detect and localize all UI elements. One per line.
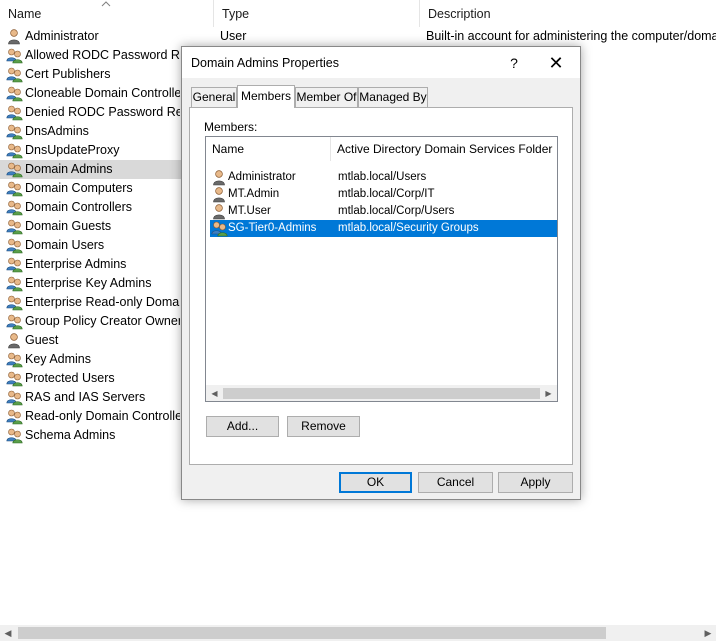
tab-member-of[interactable]: Member Of <box>295 87 358 107</box>
members-tab-panel: Members: Name Active Directory Domain Se… <box>189 107 573 465</box>
dialog-titlebar[interactable]: Domain Admins Properties ? ✕ <box>182 47 580 78</box>
row-name: Domain Admins <box>25 162 113 176</box>
user-icon <box>211 186 227 203</box>
row-name: Domain Computers <box>25 181 133 195</box>
column-header-name-label: Name <box>8 6 42 21</box>
member-name: Administrator <box>228 171 296 183</box>
group-icon <box>6 313 23 330</box>
row-name: Enterprise Admins <box>25 257 127 271</box>
member-folder: mtlab.local/Users <box>338 171 427 183</box>
members-scroll-right-icon[interactable]: ▶ <box>540 385 557 401</box>
members-column-folder-label: Active Directory Domain Services Folder <box>337 142 553 156</box>
members-column-folder[interactable]: Active Directory Domain Services Folder <box>331 137 557 161</box>
row-name: Enterprise Read-only Domain <box>25 295 180 309</box>
group-icon <box>6 47 23 64</box>
member-folder: mtlab.local/Security Groups <box>338 222 479 234</box>
row-name: Administrator <box>25 29 99 43</box>
member-folder: mtlab.local/Corp/Users <box>338 205 455 217</box>
member-name: MT.User <box>228 205 271 217</box>
horizontal-scrollbar[interactable]: ◀ ▶ <box>0 625 716 641</box>
column-header-description[interactable]: Description <box>420 0 716 27</box>
tab-members[interactable]: Members <box>237 85 295 108</box>
group-icon <box>6 275 23 292</box>
members-list[interactable]: Name Active Directory Domain Services Fo… <box>205 136 558 402</box>
member-name: MT.Admin <box>228 188 280 200</box>
help-button[interactable]: ? <box>504 53 524 73</box>
row-name: Domain Users <box>25 238 105 252</box>
row-name: RAS and IAS Servers <box>25 390 146 404</box>
row-name: Domain Guests <box>25 219 112 233</box>
row-name: Cert Publishers <box>25 67 111 81</box>
table-row[interactable]: Administrator User Built-in account for ad… <box>0 27 716 46</box>
user-icon <box>6 332 23 349</box>
group-icon <box>6 351 23 368</box>
members-column-name[interactable]: Name <box>206 137 331 161</box>
row-name: DnsUpdateProxy <box>25 143 120 157</box>
list-item[interactable]: MT.User mtlab.local/Corp/Users <box>210 203 557 220</box>
group-icon <box>6 66 23 83</box>
scroll-right-icon[interactable]: ▶ <box>700 625 716 641</box>
row-name: Guest <box>25 333 59 347</box>
members-column-name-label: Name <box>212 142 245 156</box>
group-icon <box>6 408 23 425</box>
group-icon <box>6 294 23 311</box>
properties-dialog: Domain Admins Properties ? ✕ General Mem… <box>181 46 581 500</box>
tab-managed-by[interactable]: Managed By <box>358 87 428 107</box>
member-name: SG-Tier0-Admins <box>228 222 317 234</box>
user-icon <box>6 28 23 45</box>
group-icon <box>6 161 23 178</box>
row-name: Denied RODC Password Replic <box>25 105 180 119</box>
row-name: Schema Admins <box>25 428 116 442</box>
close-button[interactable]: ✕ <box>544 52 568 74</box>
tab-general[interactable]: General <box>191 87 237 107</box>
list-item[interactable]: MT.Admin mtlab.local/Corp/IT <box>210 186 557 203</box>
row-type: User <box>220 29 247 43</box>
sort-ascending-icon <box>101 1 111 7</box>
row-name: Key Admins <box>25 352 92 366</box>
group-icon <box>6 427 23 444</box>
group-icon <box>211 220 228 237</box>
list-item[interactable]: SG-Tier0-Admins mtlab.local/Security Grou… <box>210 220 557 237</box>
members-horizontal-scrollbar[interactable]: ◀ ▶ <box>206 385 557 401</box>
row-name: Enterprise Key Admins <box>25 276 152 290</box>
list-item[interactable]: Administrator mtlab.local/Users <box>210 169 557 186</box>
row-name: DnsAdmins <box>25 124 89 138</box>
row-name: Allowed RODC Password Repl <box>25 48 180 62</box>
column-header-type-label: Type <box>222 6 250 21</box>
group-icon <box>6 256 23 273</box>
row-name: Read-only Domain Controllers <box>25 409 180 423</box>
dialog-title: Domain Admins Properties <box>191 56 339 70</box>
group-icon <box>6 199 23 216</box>
remove-button[interactable]: Remove <box>287 416 360 437</box>
row-name: Domain Controllers <box>25 200 132 214</box>
group-icon <box>6 237 23 254</box>
row-description: Built-in account for administering the c… <box>426 29 716 43</box>
group-icon <box>6 180 23 197</box>
apply-button[interactable]: Apply <box>498 472 573 493</box>
user-icon <box>211 203 227 220</box>
ok-button[interactable]: OK <box>339 472 412 493</box>
row-name: Cloneable Domain Controllers <box>25 86 180 100</box>
group-icon <box>6 370 23 387</box>
group-icon <box>6 218 23 235</box>
members-label: Members: <box>204 120 258 134</box>
column-header-description-label: Description <box>428 6 491 21</box>
add-button[interactable]: Add... <box>206 416 279 437</box>
group-icon <box>6 85 23 102</box>
user-icon <box>211 169 227 186</box>
cancel-button[interactable]: Cancel <box>418 472 493 493</box>
column-header-type[interactable]: Type <box>214 0 420 27</box>
scrollbar-thumb[interactable] <box>18 627 606 639</box>
members-scrollbar-thumb[interactable] <box>223 388 540 399</box>
group-icon <box>6 389 23 406</box>
row-name: Protected Users <box>25 371 115 385</box>
group-icon <box>6 142 23 159</box>
member-folder: mtlab.local/Corp/IT <box>338 188 435 200</box>
group-icon <box>6 104 23 121</box>
row-name: Group Policy Creator Owners <box>25 314 180 328</box>
group-icon <box>6 123 23 140</box>
scroll-left-icon[interactable]: ◀ <box>0 625 16 641</box>
members-scroll-left-icon[interactable]: ◀ <box>206 385 223 401</box>
